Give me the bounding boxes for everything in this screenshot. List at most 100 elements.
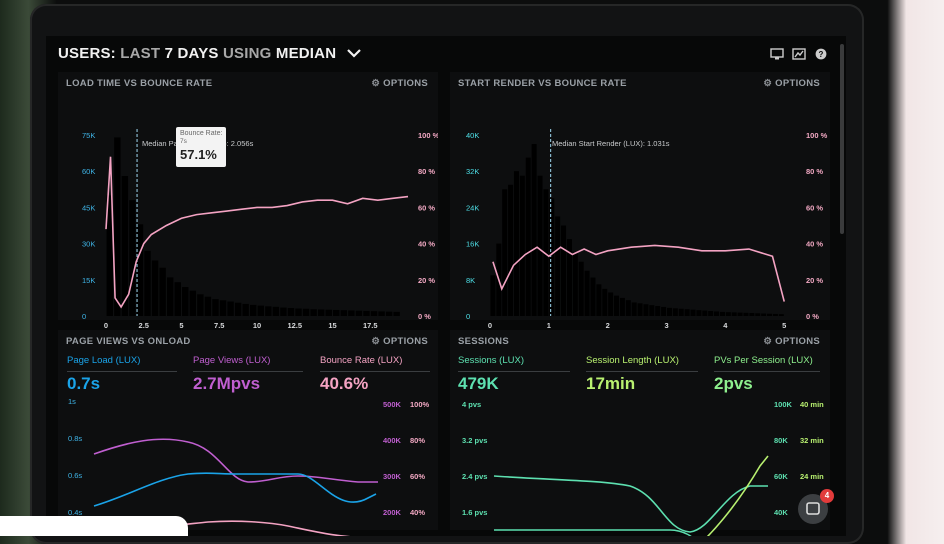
histogram-bar xyxy=(302,308,310,316)
y-tick-label: 8K xyxy=(466,276,475,285)
load-time-panel: LOAD TIME VS BOUNCE RATE ⚙ OPTIONS 0 15K 30… xyxy=(58,72,438,349)
y-tick-label: 2.4 pvs xyxy=(462,472,487,481)
histogram-bar xyxy=(684,309,690,316)
x-tick-label: 7.5 xyxy=(214,321,224,330)
histogram-bar xyxy=(490,275,496,316)
histogram-bar xyxy=(619,297,625,316)
histogram-bar xyxy=(295,308,302,316)
histogram-bar xyxy=(578,261,584,316)
histogram-bar xyxy=(772,313,778,316)
y2-tick-label: 400K xyxy=(383,436,402,445)
histogram-bar xyxy=(310,309,317,316)
y2-tick-label: 20 % xyxy=(418,276,435,285)
scrollbar[interactable] xyxy=(840,44,844,234)
chevron-down-icon[interactable] xyxy=(346,45,361,62)
histogram-bar xyxy=(393,311,400,316)
x-tick-label: 2 xyxy=(606,321,610,330)
tooltip-sub: 7s xyxy=(180,138,187,145)
title-days: 7 DAYS xyxy=(164,45,219,62)
title-using: USING xyxy=(222,45,272,62)
y-tick-label: 0.6s xyxy=(68,471,82,480)
title-stat: MEDIAN xyxy=(275,45,337,62)
y3-tick-label: 24 min xyxy=(800,472,824,481)
histogram-bar xyxy=(189,290,197,316)
y2-tick-label: 0 % xyxy=(806,312,819,321)
histogram-bar xyxy=(584,270,590,316)
x-tick-label: 15 xyxy=(328,321,336,330)
histogram-bar xyxy=(502,189,508,316)
page-views-panel: PAGE VIEWS VS ONLOAD ⚙ OPTIONS Page Load … xyxy=(58,330,438,536)
histogram-bar xyxy=(755,313,761,316)
x-tick-label: 2.5 xyxy=(139,321,149,330)
histogram-bar xyxy=(182,287,189,316)
histogram-bar xyxy=(596,284,602,316)
histogram-bar xyxy=(144,250,151,316)
y2-tick-label: 80 % xyxy=(418,167,435,176)
histogram-bar xyxy=(714,311,720,316)
histogram-bar xyxy=(590,277,596,316)
y2-tick-label: 300K xyxy=(383,472,402,481)
bounce-rate-line xyxy=(492,244,786,302)
monitor-icon[interactable] xyxy=(770,48,784,60)
bounce-rate-line xyxy=(105,156,409,309)
histogram-bar xyxy=(666,307,672,316)
y2-tick-label: 100K xyxy=(774,400,793,409)
histogram-bar xyxy=(678,308,684,316)
y2-tick-label: 80K xyxy=(774,436,788,445)
histogram-bar xyxy=(602,288,608,316)
x-tick-label: 12.5 xyxy=(287,321,302,330)
median-label: Median Start Render (LUX): 1.031s xyxy=(552,139,670,148)
dashboard-screen: USERS: LAST 7 DAYS USING MEDIAN ? LOAD T… xyxy=(46,36,846,536)
x-tick-label: 3 xyxy=(664,321,668,330)
y3-tick-label: 40% xyxy=(410,508,425,517)
histogram-bar xyxy=(280,307,287,316)
histogram-bar xyxy=(625,300,631,316)
histogram-bar xyxy=(257,305,264,316)
chart-icon[interactable] xyxy=(792,48,806,60)
y-tick-label: 24K xyxy=(466,203,479,212)
y-tick-label: 1s xyxy=(68,397,76,406)
x-tick-label: 5 xyxy=(782,321,786,330)
histogram-bar xyxy=(566,239,572,316)
histogram-bar xyxy=(508,184,514,316)
histogram-bar xyxy=(572,252,578,316)
histogram-bar xyxy=(631,302,637,316)
histogram-bar xyxy=(348,310,355,316)
y-tick-label: 0 xyxy=(82,312,86,321)
histogram-bar xyxy=(561,225,567,316)
y2-tick-label: 60K xyxy=(774,472,788,481)
y-tick-label: 1.6 pvs xyxy=(462,508,487,517)
x-tick-label: 5 xyxy=(179,321,183,330)
histogram-bar xyxy=(719,311,725,316)
histogram-bar xyxy=(608,292,614,316)
histogram-bar xyxy=(333,309,340,316)
page-title[interactable]: USERS: LAST 7 DAYS USING MEDIAN xyxy=(58,45,361,62)
histogram-bar xyxy=(287,308,295,316)
x-tick-label: 10 xyxy=(253,321,261,330)
histogram-bar xyxy=(250,304,257,316)
histogram-bar xyxy=(537,175,543,316)
histogram-bar xyxy=(212,299,219,316)
y-tick-label: 0.8s xyxy=(68,434,82,443)
histogram-bar xyxy=(219,300,227,316)
histogram-bar xyxy=(778,314,784,316)
histogram-bar xyxy=(549,198,555,316)
histogram-bar xyxy=(378,311,385,316)
histogram-bar xyxy=(531,144,537,316)
histogram-bar xyxy=(355,310,363,316)
histogram-bar xyxy=(655,306,661,316)
help-icon[interactable]: ? xyxy=(814,48,828,60)
histogram-bar xyxy=(731,312,737,316)
y2-tick-label: 40 % xyxy=(418,240,435,249)
histogram-bar xyxy=(513,171,519,316)
histogram-bar xyxy=(159,267,166,316)
histogram-bar xyxy=(272,306,280,316)
histogram-bar xyxy=(136,224,144,316)
y2-tick-label: 40 % xyxy=(806,240,823,249)
y-tick-label: 16K xyxy=(466,240,479,249)
histogram-bar xyxy=(661,306,667,316)
histogram-bar xyxy=(174,282,181,316)
y2-tick-label: 100 % xyxy=(418,131,438,140)
page-views-line xyxy=(93,438,378,483)
histogram-bar xyxy=(519,175,525,316)
